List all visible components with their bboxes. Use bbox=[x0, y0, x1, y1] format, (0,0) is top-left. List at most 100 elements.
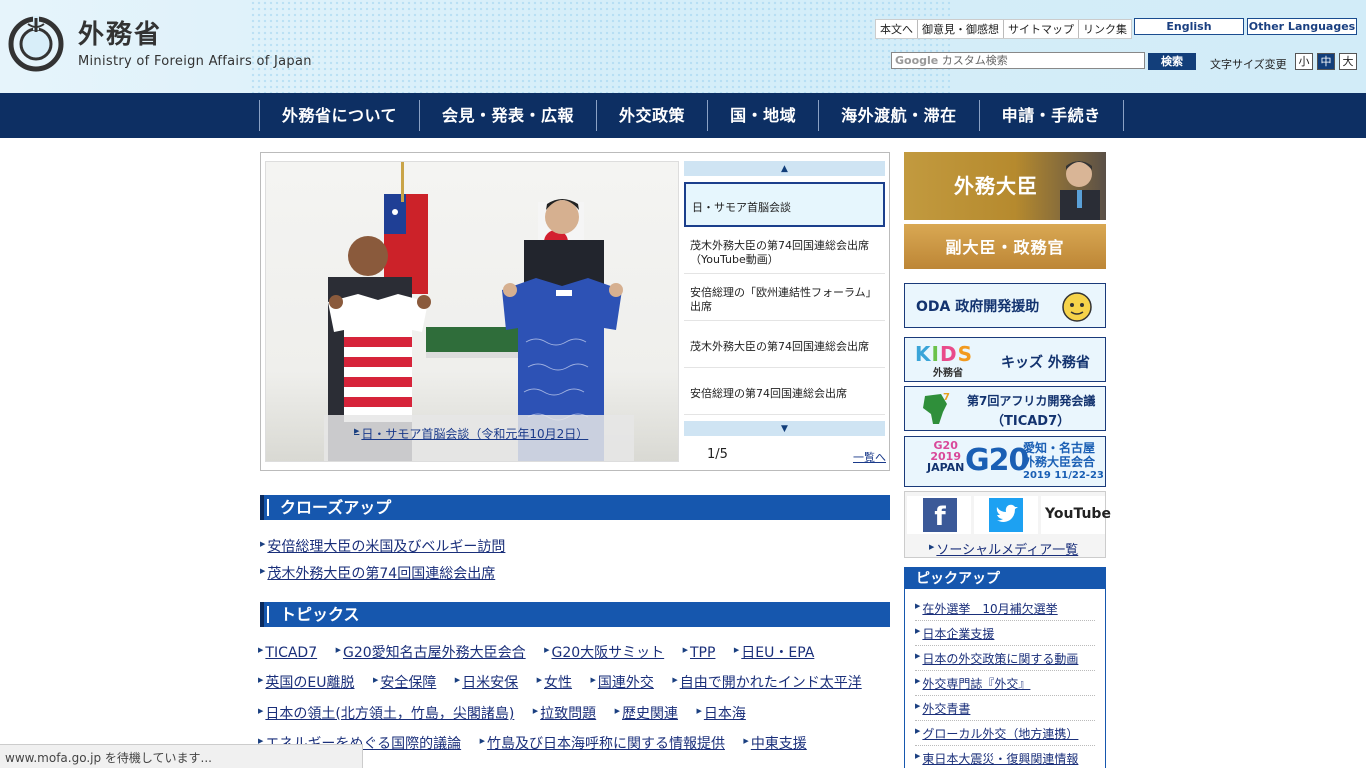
gnav-policy[interactable]: 外交政策 bbox=[597, 100, 709, 131]
oda-banner[interactable]: ODA 政府開発援助 bbox=[904, 283, 1106, 328]
carousel-list-all-link[interactable]: 一覧へ bbox=[853, 449, 886, 465]
fontsize-small-button[interactable]: 小 bbox=[1295, 53, 1313, 70]
kids-banner[interactable]: KIDS 外務省 キッズ 外務省 bbox=[904, 337, 1106, 382]
topic-link[interactable]: 自由で開かれたインド太平洋 bbox=[680, 675, 862, 691]
social-media-list-link[interactable]: ▶ ソーシャルメディア一覧 bbox=[929, 539, 1078, 558]
gnav-press[interactable]: 会見・発表・広報 bbox=[420, 100, 598, 131]
news-carousel: ▶ 日・サモア首脳会談（令和元年10月2日） ▲ 日・サモア首脳会談 茂木外務大臣… bbox=[260, 152, 890, 471]
bullet-icon: ▶ bbox=[590, 676, 596, 684]
closeup-link[interactable]: ▶ 茂木外務大臣の第74回国連総会出席 bbox=[260, 563, 495, 583]
carousel-list: ▲ 日・サモア首脳会談 茂木外務大臣の第74回国連総会出席（YouTube動画）… bbox=[684, 161, 885, 436]
browser-status-bar: www.mofa.go.jp を待機しています... bbox=[0, 744, 363, 768]
bullet-icon: ▶ bbox=[258, 676, 264, 684]
kids-sub: 外務省 bbox=[933, 368, 963, 379]
site-title-en: Ministry of Foreign Affairs of Japan bbox=[78, 53, 312, 69]
util-link-main[interactable]: 本文へ bbox=[876, 20, 918, 38]
topic-link[interactable]: 日本海 bbox=[704, 706, 746, 722]
bullet-icon: ▶ bbox=[682, 646, 688, 654]
bullet-icon: ▶ bbox=[258, 707, 264, 715]
util-link-sitemap[interactable]: サイトマップ bbox=[1004, 20, 1079, 38]
social-media-box: f YouTube ▶ ソーシャルメディア一覧 bbox=[904, 491, 1111, 558]
pickup-link[interactable]: ▶ 日本の外交政策に関する動画 bbox=[915, 650, 1078, 667]
fontsize-medium-button[interactable]: 中 bbox=[1317, 53, 1335, 70]
closeup-link[interactable]: ▶ 安倍総理大臣の米国及びベルギー訪問 bbox=[260, 536, 505, 556]
carousel-item[interactable]: 茂木外務大臣の第74回国連総会出席（YouTube動画） bbox=[684, 227, 885, 274]
other-languages-button[interactable]: Other Languages bbox=[1247, 18, 1357, 35]
facebook-link[interactable]: f bbox=[907, 496, 971, 534]
oda-banner-label: ODA 政府開発援助 bbox=[916, 299, 1040, 315]
pickup-link[interactable]: ▶ 在外選挙 10月補欠選挙 bbox=[915, 600, 1058, 617]
topic-link[interactable]: TPP bbox=[690, 645, 715, 661]
bullet-icon: ▶ bbox=[915, 727, 921, 735]
carousel-photo[interactable]: ▶ 日・サモア首脳会談（令和元年10月2日） bbox=[265, 161, 679, 462]
site-header: 外務省 Ministry of Foreign Affairs of Japan… bbox=[0, 0, 1366, 93]
carousel-up-button[interactable]: ▲ bbox=[684, 161, 885, 176]
gnav-regions[interactable]: 国・地域 bbox=[708, 100, 820, 131]
gnav-travel[interactable]: 海外渡航・滞在 bbox=[819, 100, 980, 131]
site-logo[interactable]: 外務省 Ministry of Foreign Affairs of Japan bbox=[8, 16, 312, 72]
util-link-feedback[interactable]: 御意見・御感想 bbox=[918, 20, 1004, 38]
topic-link[interactable]: 日本の領土(北方領土，竹島，尖閣諸島) bbox=[265, 706, 514, 722]
africa-map-icon: 7 bbox=[923, 392, 950, 424]
bullet-icon: ▶ bbox=[260, 540, 266, 548]
util-link-links[interactable]: リンク集 bbox=[1079, 20, 1131, 38]
carousel-item[interactable]: 安倍総理の第74回国連総会出席 bbox=[684, 368, 885, 415]
search-button[interactable]: 検索 bbox=[1148, 53, 1196, 70]
bullet-icon: ▶ bbox=[915, 752, 921, 760]
minister-banner[interactable]: 外務大臣 bbox=[904, 152, 1106, 220]
topic-link[interactable]: 日米安保 bbox=[462, 675, 518, 691]
ticad-line1: 第7回アフリカ開発会議 bbox=[967, 394, 1096, 408]
topic-link[interactable]: TICAD7 bbox=[265, 645, 317, 661]
pickup-link[interactable]: ▶ グローカル外交（地方連携） bbox=[915, 725, 1078, 742]
twitter-link[interactable] bbox=[974, 496, 1038, 534]
site-title-jp: 外務省 bbox=[78, 19, 163, 50]
carousel-down-button[interactable]: ▼ bbox=[684, 421, 885, 436]
fontsize-large-button[interactable]: 大 bbox=[1339, 53, 1357, 70]
caret-down-icon: ▼ bbox=[781, 423, 788, 434]
bullet-icon: ▶ bbox=[258, 646, 264, 654]
topic-link[interactable]: 拉致問題 bbox=[540, 706, 596, 722]
utility-nav: 本文へ 御意見・御感想 サイトマップ リンク集 bbox=[875, 19, 1132, 39]
topic-link[interactable]: 女性 bbox=[544, 675, 572, 691]
topic-link[interactable]: 英国のEU離脱 bbox=[265, 675, 354, 691]
caret-up-icon: ▲ bbox=[781, 163, 788, 174]
topics-heading: トピックス bbox=[260, 602, 890, 627]
carousel-photo-caption[interactable]: ▶ 日・サモア首脳会談（令和元年10月2日） bbox=[324, 415, 634, 461]
bullet-icon: ▶ bbox=[743, 737, 749, 745]
bullet-icon: ▶ bbox=[733, 646, 740, 654]
english-button[interactable]: English bbox=[1134, 18, 1244, 35]
ticad7-banner[interactable]: 7 第7回アフリカ開発会議 （TICAD7） bbox=[904, 386, 1106, 431]
minister-portrait-icon bbox=[1060, 161, 1100, 220]
pickup-link[interactable]: ▶ 東日本大震災・復興関連情報 bbox=[915, 750, 1078, 767]
youtube-link[interactable]: YouTube bbox=[1041, 496, 1111, 534]
svg-text:7: 7 bbox=[943, 392, 950, 403]
topic-link[interactable]: 中東支援 bbox=[751, 736, 807, 752]
carousel-item[interactable]: 茂木外務大臣の第74回国連総会出席 bbox=[684, 321, 885, 368]
fontsize-label: 文字サイズ変更 bbox=[1210, 58, 1287, 71]
gnav-procedures[interactable]: 申請・手続き bbox=[980, 100, 1124, 131]
topic-link[interactable]: 竹島及び日本海呼称に関する情報提供 bbox=[487, 736, 725, 752]
pickup-link[interactable]: ▶ 日本企業支援 bbox=[915, 625, 994, 642]
pickup-link[interactable]: ▶ 外交専門誌『外交』 bbox=[915, 675, 1030, 692]
google-logo: Google bbox=[895, 54, 939, 67]
topic-link[interactable]: 安全保障 bbox=[380, 675, 436, 691]
topic-link[interactable]: 国連外交 bbox=[598, 675, 654, 691]
bullet-icon: ▶ bbox=[929, 543, 935, 551]
topic-link[interactable]: 日EU・EPA bbox=[741, 645, 814, 661]
world-map-decoration bbox=[250, 0, 950, 93]
carousel-item[interactable]: 安倍総理の「欧州連結性フォーラム」出席 bbox=[684, 274, 885, 321]
bullet-icon: ▶ bbox=[479, 737, 485, 745]
topic-link[interactable]: G20愛知名古屋外務大臣会合 bbox=[343, 645, 526, 661]
topic-link[interactable]: 歴史関連 bbox=[622, 706, 678, 722]
carousel-item[interactable]: 日・サモア首脳会談 bbox=[684, 182, 885, 227]
search-input[interactable]: Google カスタム検索 bbox=[891, 52, 1145, 69]
topic-link[interactable]: G20大阪サミット bbox=[551, 645, 664, 661]
search-placeholder: カスタム検索 bbox=[941, 54, 1008, 67]
gnav-about[interactable]: 外務省について bbox=[260, 100, 421, 131]
bullet-icon: ▶ bbox=[260, 567, 266, 575]
vice-minister-banner[interactable]: 副大臣・政務官 bbox=[904, 224, 1106, 269]
pickup-link[interactable]: ▶ 外交青書 bbox=[915, 700, 970, 717]
kids-logo: KIDS bbox=[915, 342, 973, 366]
g20-banner[interactable]: G20 2019 JAPAN G20 愛知・名古屋 外務大臣会合 2019 11… bbox=[904, 436, 1106, 487]
bullet-icon: ▶ bbox=[335, 646, 341, 654]
